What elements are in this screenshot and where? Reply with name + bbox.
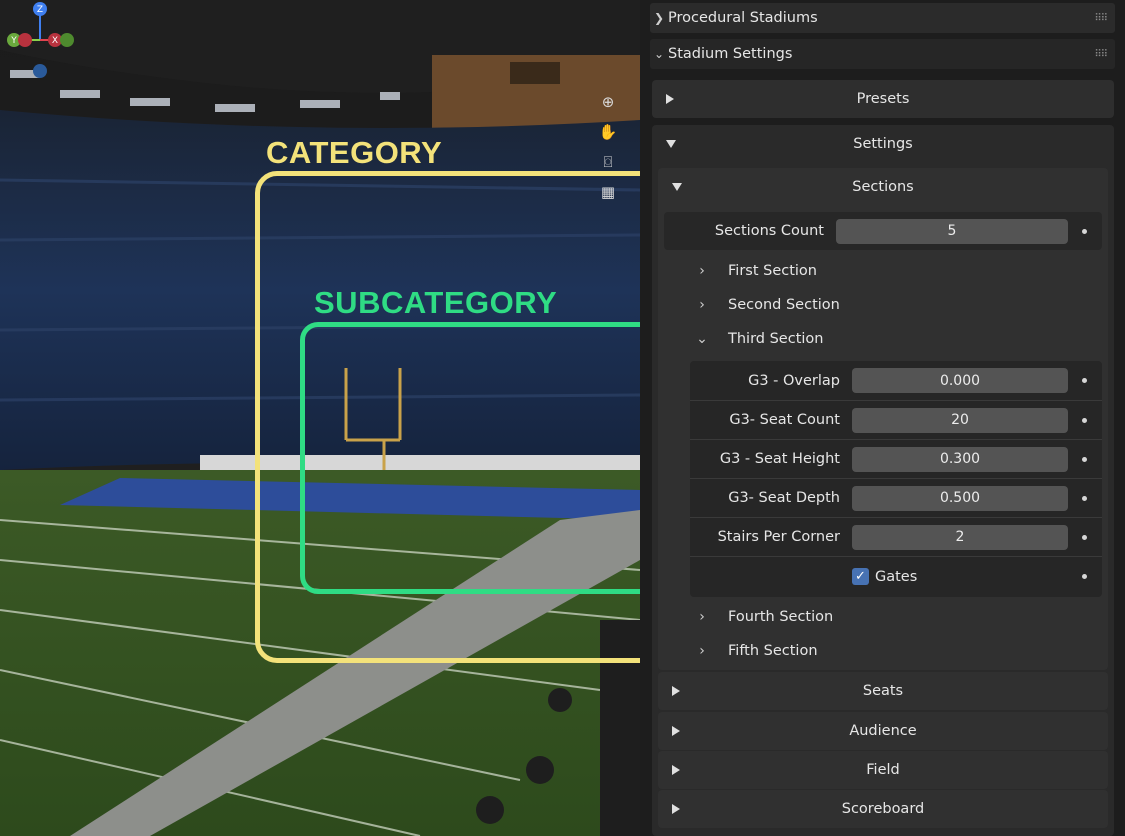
zoom-icon[interactable]: ⊕	[598, 92, 618, 112]
category-label: CATEGORY	[266, 135, 443, 170]
seats-label: Seats	[862, 683, 904, 699]
stairs-per-corner-field[interactable]: 2	[852, 524, 1068, 550]
audience-header[interactable]: Audience	[658, 712, 1108, 750]
first-section-row[interactable]: › First Section	[658, 254, 1108, 288]
second-section-row[interactable]: › Second Section	[658, 288, 1108, 322]
keyframe-dot-icon[interactable]	[1082, 378, 1087, 383]
scoreboard-header[interactable]: Scoreboard	[658, 790, 1108, 828]
property-label: Stairs Per Corner	[717, 529, 840, 545]
expand-triangle-icon	[672, 765, 680, 775]
property-row: G3 - Seat Height 0.300	[690, 439, 1102, 478]
fourth-section-label: Fourth Section	[728, 609, 834, 625]
scoreboard-label: Scoreboard	[841, 801, 925, 817]
keyframe-dot-icon[interactable]	[1082, 574, 1087, 579]
presets-header[interactable]: Presets	[652, 80, 1114, 118]
gizmo-y-label: Y	[10, 36, 17, 46]
third-section-row[interactable]: ⌄ Third Section	[658, 322, 1108, 356]
property-label: G3 - Overlap	[748, 372, 840, 389]
property-row: Stairs Per Corner 2	[690, 517, 1102, 556]
settings-label: Settings	[853, 136, 913, 152]
sections-header[interactable]: Sections	[658, 168, 1108, 206]
third-section-label: Third Section	[728, 331, 824, 347]
audience-panel[interactable]: Audience	[658, 712, 1108, 750]
property-label: G3 - Seat Height	[719, 451, 840, 467]
expand-triangle-icon	[666, 94, 674, 104]
gizmo-z-label: Z	[37, 5, 43, 15]
first-section-label: First Section	[728, 263, 817, 279]
keyframe-dot-icon[interactable]	[1082, 228, 1087, 234]
chevron-down-icon: ⌄	[696, 331, 708, 347]
expand-triangle-icon	[672, 804, 680, 814]
subcategory-highlight-box	[300, 322, 640, 594]
presets-label: Presets	[856, 91, 910, 107]
stadium-settings-header[interactable]: ⌄ Stadium Settings ⠿⠿	[650, 39, 1115, 69]
field-label: Field	[866, 762, 900, 778]
property-row: G3- Seat Depth 0.500	[690, 478, 1102, 517]
collapse-triangle-icon	[672, 183, 682, 191]
seats-header[interactable]: Seats	[658, 672, 1108, 710]
stadium-settings-title: Stadium Settings	[668, 46, 793, 62]
camera-icon[interactable]: ⌼	[598, 152, 618, 172]
keyframe-dot-icon[interactable]	[1082, 534, 1087, 540]
3d-viewport[interactable]: Z Y X ⊕ ✋ ⌼ ▦ CATEGORY SUBCATEGORY	[0, 0, 640, 836]
scoreboard-panel[interactable]: Scoreboard	[658, 790, 1108, 828]
third-section-properties: G3 - Overlap 0.000 G3- Seat Count 20 G3 …	[690, 361, 1102, 597]
seat-count-field[interactable]: 20	[852, 407, 1068, 433]
properties-panel: ❯ Procedural Stadiums ⠿⠿ ⌄ Stadium Setti…	[640, 0, 1125, 836]
navigation-gizmo[interactable]: Z Y X	[0, 0, 80, 80]
expand-triangle-icon	[672, 686, 680, 696]
property-row: G3 - Overlap 0.000	[690, 361, 1102, 400]
gates-label: Gates	[875, 568, 918, 585]
sections-panel: Sections Sections Count 5 › First Sectio…	[658, 168, 1108, 670]
seat-depth-field[interactable]: 0.500	[852, 485, 1068, 511]
fifth-section-label: Fifth Section	[728, 643, 818, 659]
overlap-field[interactable]: 0.000	[852, 368, 1068, 393]
procedural-stadiums-title: Procedural Stadiums	[668, 10, 818, 26]
presets-panel[interactable]: Presets	[652, 80, 1114, 118]
keyframe-dot-icon[interactable]	[1082, 417, 1087, 423]
sections-count-field[interactable]: 5	[836, 218, 1068, 244]
gates-checkbox[interactable]: ✓	[852, 568, 869, 585]
chevron-right-icon: ❯	[653, 11, 665, 25]
chevron-right-icon: ›	[699, 609, 705, 625]
fifth-section-row[interactable]: › Fifth Section	[658, 634, 1108, 668]
audience-label: Audience	[849, 723, 917, 739]
procedural-stadiums-header[interactable]: ❯ Procedural Stadiums ⠿⠿	[650, 3, 1115, 33]
second-section-label: Second Section	[728, 297, 840, 313]
collapse-triangle-icon	[666, 140, 676, 148]
fourth-section-row[interactable]: › Fourth Section	[658, 600, 1108, 634]
property-row: G3- Seat Count 20	[690, 400, 1102, 439]
gates-row: ✓ Gates	[690, 556, 1102, 596]
property-label: G3- Seat Depth	[728, 490, 840, 506]
chevron-right-icon: ›	[699, 263, 705, 279]
sections-count-label: Sections Count	[714, 223, 824, 239]
field-header[interactable]: Field	[658, 751, 1108, 789]
field-panel[interactable]: Field	[658, 751, 1108, 789]
sections-label: Sections	[852, 179, 914, 195]
keyframe-dot-icon[interactable]	[1082, 456, 1087, 462]
property-label: G3- Seat Count	[729, 412, 840, 428]
expand-triangle-icon	[672, 726, 680, 736]
drag-grip-icon[interactable]: ⠿⠿	[1094, 49, 1108, 60]
sections-count-row: Sections Count 5	[664, 212, 1102, 250]
seats-panel[interactable]: Seats	[658, 672, 1108, 710]
subcategory-label: SUBCATEGORY	[314, 285, 558, 320]
settings-panel: Settings Sections Sections Count 5 › Fir…	[652, 125, 1114, 836]
settings-header[interactable]: Settings	[652, 125, 1114, 163]
chevron-right-icon: ›	[699, 297, 705, 313]
gizmo-x-label: X	[52, 36, 58, 46]
keyframe-dot-icon[interactable]	[1082, 495, 1087, 501]
pan-hand-icon[interactable]: ✋	[598, 122, 618, 142]
drag-grip-icon[interactable]: ⠿⠿	[1094, 13, 1108, 24]
seat-height-field[interactable]: 0.300	[852, 446, 1068, 472]
chevron-right-icon: ›	[699, 643, 705, 659]
chevron-down-icon: ⌄	[653, 47, 665, 61]
